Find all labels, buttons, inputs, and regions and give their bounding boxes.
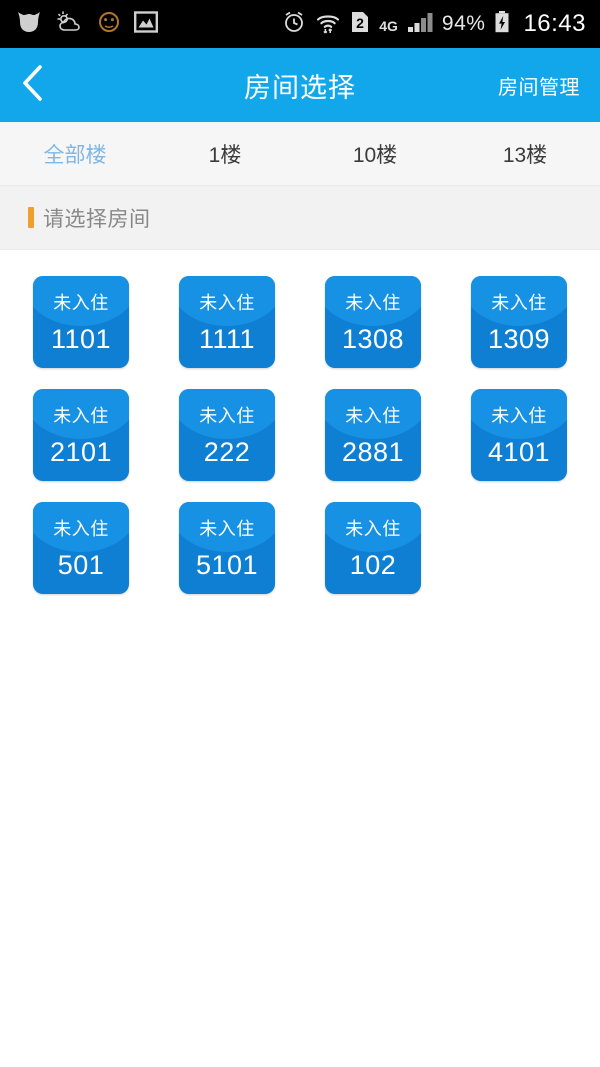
section-header: 请选择房间 bbox=[0, 186, 600, 250]
app-header: 房间选择 房间管理 bbox=[0, 48, 600, 122]
room-status-label: 未入住 bbox=[53, 406, 109, 426]
tab-floor-13[interactable]: 13楼 bbox=[450, 122, 600, 185]
room-number-label: 5101 bbox=[195, 550, 259, 580]
gallery-photo-icon bbox=[134, 10, 159, 39]
status-bar-right-icons: 2 4G 94% 16:43 bbox=[282, 10, 586, 39]
room-number-label: 1101 bbox=[50, 324, 112, 354]
room-status-label: 未入住 bbox=[199, 406, 255, 426]
room-card[interactable]: 未入住 1308 bbox=[325, 276, 421, 368]
room-status-label: 未入住 bbox=[345, 293, 401, 313]
tab-all-floors[interactable]: 全部楼 bbox=[0, 122, 150, 185]
svg-text:2: 2 bbox=[356, 15, 364, 31]
section-title: 请选择房间 bbox=[43, 207, 151, 231]
tab-floor-10[interactable]: 10楼 bbox=[300, 122, 450, 185]
wifi-icon bbox=[315, 10, 341, 39]
room-status-label: 未入住 bbox=[491, 293, 547, 313]
room-status-label: 未入住 bbox=[199, 519, 255, 539]
room-card[interactable]: 未入住 102 bbox=[325, 502, 421, 594]
signal-bars-icon bbox=[407, 10, 433, 39]
room-card[interactable]: 未入住 501 bbox=[33, 502, 129, 594]
alarm-clock-icon bbox=[282, 10, 306, 39]
owl-app-icon bbox=[16, 10, 42, 39]
room-status-label: 未入住 bbox=[345, 406, 401, 426]
room-status-label: 未入住 bbox=[491, 406, 547, 426]
room-status-label: 未入住 bbox=[345, 519, 401, 539]
room-card[interactable]: 未入住 5101 bbox=[179, 502, 275, 594]
room-card[interactable]: 未入住 222 bbox=[179, 389, 275, 481]
floor-tab-bar: 全部楼 1楼 10楼 13楼 bbox=[0, 122, 600, 186]
status-bar: 2 4G 94% 16:43 bbox=[0, 0, 600, 48]
clock-label: 16:43 bbox=[523, 10, 586, 37]
room-management-button[interactable]: 房间管理 bbox=[498, 48, 580, 122]
room-number-label: 102 bbox=[349, 550, 397, 580]
network-type-label: 4G bbox=[379, 17, 398, 34]
sim-2-icon: 2 bbox=[350, 10, 370, 39]
room-number-label: 2101 bbox=[49, 437, 113, 467]
status-bar-left-icons bbox=[16, 10, 159, 39]
room-number-label: 1308 bbox=[341, 324, 405, 354]
room-number-label: 1111 bbox=[198, 324, 256, 354]
room-card[interactable]: 未入住 1101 bbox=[33, 276, 129, 368]
tab-floor-1[interactable]: 1楼 bbox=[150, 122, 300, 185]
emoji-face-icon bbox=[98, 11, 120, 38]
room-card[interactable]: 未入住 4101 bbox=[471, 389, 567, 481]
weather-cloud-sun-icon bbox=[56, 10, 84, 39]
room-status-label: 未入住 bbox=[53, 293, 109, 313]
room-card[interactable]: 未入住 2101 bbox=[33, 389, 129, 481]
room-number-label: 2881 bbox=[341, 437, 405, 467]
room-card[interactable]: 未入住 1111 bbox=[179, 276, 275, 368]
room-grid: 未入住 1101 未入住 1111 未入住 1308 未入住 1309 未入住 2101 未入住 22… bbox=[0, 276, 600, 594]
room-status-label: 未入住 bbox=[53, 519, 109, 539]
battery-percent-label: 94% bbox=[441, 12, 486, 35]
room-card[interactable]: 未入住 2881 bbox=[325, 389, 421, 481]
battery-charging-icon bbox=[494, 10, 510, 39]
room-number-label: 4101 bbox=[487, 437, 551, 467]
room-card[interactable]: 未入住 1309 bbox=[471, 276, 567, 368]
chevron-left-icon bbox=[20, 63, 46, 108]
room-number-label: 501 bbox=[57, 550, 105, 580]
room-number-label: 1309 bbox=[487, 324, 551, 354]
back-button[interactable] bbox=[0, 48, 66, 122]
room-grid-content: 未入住 1101 未入住 1111 未入住 1308 未入住 1309 未入住 2101 未入住 22… bbox=[0, 250, 600, 1067]
room-status-label: 未入住 bbox=[199, 293, 255, 313]
accent-bar-icon bbox=[28, 207, 34, 228]
room-number-label: 222 bbox=[203, 437, 251, 467]
